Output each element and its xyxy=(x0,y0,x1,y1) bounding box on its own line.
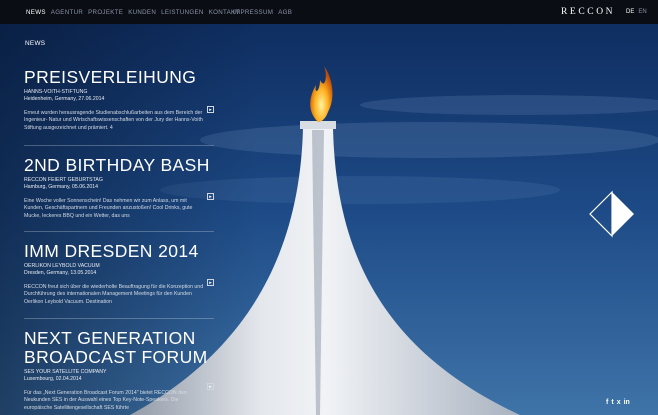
nav-agentur[interactable]: AGENTUR xyxy=(51,9,83,16)
news-location-date: Luxembourg, 02.04.2014 xyxy=(24,376,82,382)
news-company: OERLIKON LEYBOLD VACUUM xyxy=(24,263,100,269)
next-slide-arrow-icon[interactable] xyxy=(588,190,636,238)
news-title[interactable]: IMM DRESDEN 2014 xyxy=(24,242,214,261)
news-excerpt: Eine Woche voller Sonnenschein! Das nehm… xyxy=(24,198,193,219)
nav-impressum[interactable]: IMPRESSUM xyxy=(233,9,273,16)
news-item: NEXT GENERATION BROADCAST FORUM SES YOUR… xyxy=(24,329,214,412)
news-meta: SES YOUR SATELLITE COMPANY Luxembourg, 0… xyxy=(24,369,214,383)
nav-leistungen[interactable]: LEISTUNGEN xyxy=(161,9,204,16)
news-title[interactable]: 2ND BIRTHDAY BASH xyxy=(24,156,214,175)
news-item: PREISVERLEIHUNG HANNS-VOITH-STIFTUNG Hei… xyxy=(24,68,214,132)
news-title[interactable]: NEXT GENERATION BROADCAST FORUM xyxy=(24,329,214,367)
nav-agb[interactable]: AGB xyxy=(278,9,292,16)
news-meta: OERLIKON LEYBOLD VACUUM Dresden, Germany… xyxy=(24,263,214,277)
nav-news[interactable]: NEWS xyxy=(26,9,46,16)
news-item: 2ND BIRTHDAY BASH RECCON FEIERT GEBURTST… xyxy=(24,156,214,220)
nav-projekte[interactable]: PROJEKTE xyxy=(88,9,123,16)
social-links: f t x in xyxy=(606,399,630,406)
secondary-nav: IMPRESSUM AGB xyxy=(233,0,297,24)
news-item: IMM DRESDEN 2014 OERLIKON LEYBOLD VACUUM… xyxy=(24,242,214,306)
section-title: NEWS xyxy=(25,40,46,47)
language-switcher: DE EN xyxy=(626,0,647,24)
divider xyxy=(24,231,214,232)
twitter-icon[interactable]: t xyxy=(611,399,613,406)
news-excerpt: RECCON freut sich über die wiederholte B… xyxy=(24,284,204,305)
news-meta: RECCON FEIERT GEBURTSTAG Hamburg, German… xyxy=(24,177,214,191)
facebook-icon[interactable]: f xyxy=(606,399,608,406)
news-location-date: Heidenheim, Germany, 27.06.2014 xyxy=(24,96,105,102)
main-nav: NEWS AGENTUR PROJEKTE KUNDEN LEISTUNGEN … xyxy=(26,9,245,16)
news-company: HANNS-VOITH-STIFTUNG xyxy=(24,89,88,95)
lang-en[interactable]: EN xyxy=(638,9,646,15)
xing-icon[interactable]: x xyxy=(617,399,621,406)
top-navigation-bar: NEWS AGENTUR PROJEKTE KUNDEN LEISTUNGEN … xyxy=(0,0,658,24)
divider xyxy=(24,145,214,146)
news-excerpt: Für das „Next Generation Broadcast Forum… xyxy=(24,390,187,411)
logo[interactable]: RECCON xyxy=(561,0,615,24)
read-more-button[interactable]: ▸ xyxy=(207,193,214,200)
news-company: SES YOUR SATELLITE COMPANY xyxy=(24,369,107,375)
news-excerpt: Erneut wurden herausragende Studienabsch… xyxy=(24,110,203,131)
news-company: RECCON FEIERT GEBURTSTAG xyxy=(24,177,103,183)
news-title[interactable]: PREISVERLEIHUNG xyxy=(24,68,214,87)
read-more-button[interactable]: ▸ xyxy=(207,383,214,390)
news-location-date: Hamburg, Germany, 05.06.2014 xyxy=(24,184,99,190)
read-more-button[interactable]: ▸ xyxy=(207,106,214,113)
divider xyxy=(24,318,214,319)
news-location-date: Dresden, Germany, 13.05.2014 xyxy=(24,270,97,276)
lang-de[interactable]: DE xyxy=(626,9,634,15)
news-meta: HANNS-VOITH-STIFTUNG Heidenheim, Germany… xyxy=(24,89,214,103)
linkedin-icon[interactable]: in xyxy=(624,399,630,406)
read-more-button[interactable]: ▸ xyxy=(207,279,214,286)
nav-kunden[interactable]: KUNDEN xyxy=(128,9,156,16)
